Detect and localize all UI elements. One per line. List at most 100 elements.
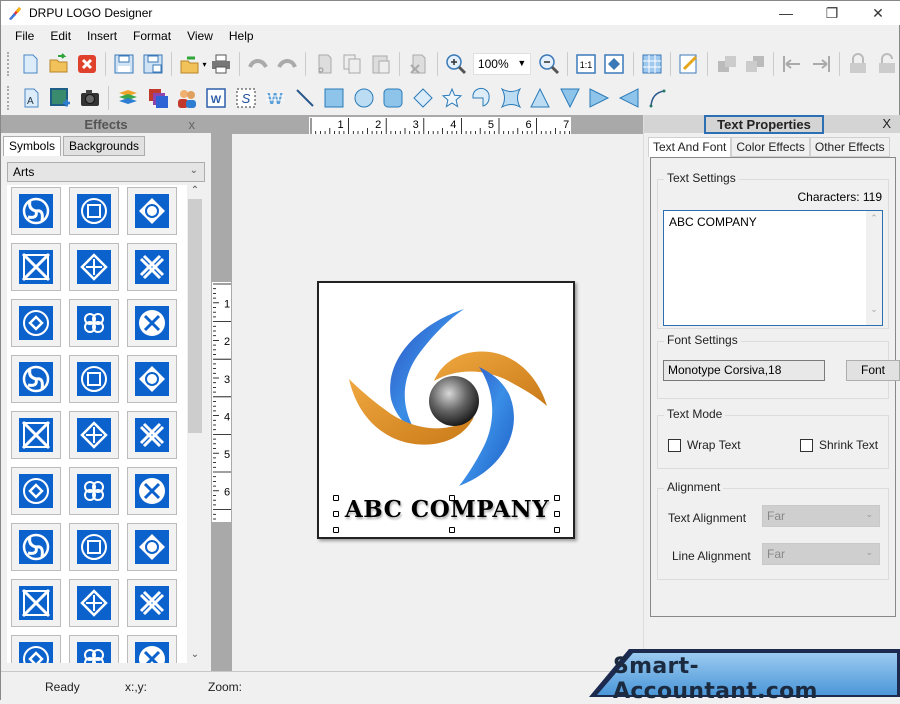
copy-button[interactable] (341, 52, 363, 76)
undo-button[interactable] (247, 52, 269, 76)
actual-size-button[interactable]: 1:1 (575, 52, 597, 76)
star4-tool[interactable] (499, 86, 522, 110)
close-file-button[interactable] (76, 52, 98, 76)
camera-button[interactable] (78, 86, 101, 110)
rectangle-tool[interactable] (323, 86, 346, 110)
fit-to-window-button[interactable] (603, 52, 625, 76)
symbol-tile[interactable] (69, 523, 119, 571)
scroll-down-icon[interactable]: ⌄ (187, 649, 203, 663)
symbol-tile[interactable] (69, 243, 119, 291)
layers-button[interactable] (116, 86, 139, 110)
add-image-button[interactable] (48, 86, 71, 110)
swirl-logo-graphic[interactable] (339, 289, 559, 499)
star-tool[interactable] (440, 86, 463, 110)
symbol-tile[interactable] (127, 411, 177, 459)
triangle-down-tool[interactable] (558, 86, 581, 110)
tab-backgrounds[interactable]: Backgrounds (63, 136, 146, 156)
symbol-category-select[interactable]: Arts ⌄ (7, 162, 205, 182)
symbol-tile[interactable] (69, 187, 119, 235)
line-alignment-select[interactable]: Far ⌄ (762, 543, 880, 565)
diamond-tool[interactable] (411, 86, 434, 110)
triangle-up-tool[interactable] (529, 86, 552, 110)
signature-button[interactable]: S (234, 86, 257, 110)
rounded-rectangle-tool[interactable] (381, 86, 404, 110)
ellipse-tool[interactable] (352, 86, 375, 110)
save-as-button[interactable] (142, 52, 164, 76)
new-button[interactable] (19, 52, 41, 76)
cut-button[interactable] (313, 52, 335, 76)
text-input-scrollbar[interactable]: ⌃ ⌄ (866, 211, 882, 325)
symbol-tile[interactable] (69, 299, 119, 347)
symbol-gallery-scrollbar[interactable]: ⌃ ⌄ (187, 185, 203, 663)
resize-handle-right[interactable] (554, 511, 560, 517)
effects-panel-close-button[interactable]: x (189, 117, 196, 132)
background-button[interactable] (146, 86, 169, 110)
resize-handle-bottom[interactable] (449, 527, 455, 533)
menu-file[interactable]: File (7, 29, 42, 43)
symbol-tile[interactable] (11, 411, 61, 459)
users-button[interactable] (175, 86, 198, 110)
save-button[interactable] (113, 52, 135, 76)
tab-symbols[interactable]: Symbols (3, 136, 62, 156)
scroll-up-icon[interactable]: ⌃ (187, 185, 203, 199)
arc-tool[interactable] (470, 86, 493, 110)
delete-button[interactable] (407, 52, 429, 76)
logo-text-input[interactable]: ABC COMPANY ⌃ ⌄ (663, 210, 883, 326)
resize-handle-top-right[interactable] (554, 495, 560, 501)
maximize-button[interactable]: ❐ (809, 1, 855, 25)
lock-button[interactable] (847, 52, 869, 76)
checkbox-box[interactable] (800, 438, 813, 452)
symbol-tile[interactable] (127, 635, 177, 663)
symbol-tile[interactable] (11, 523, 61, 571)
menu-help[interactable]: Help (221, 29, 262, 43)
symbol-tile[interactable] (69, 579, 119, 627)
logo-company-text[interactable]: ABC COMPANY (343, 496, 551, 523)
paste-button[interactable] (370, 52, 392, 76)
bring-forward-button[interactable] (715, 52, 737, 76)
resize-handle-left[interactable] (333, 511, 339, 517)
toolbar-grip[interactable] (7, 86, 10, 110)
tab-text-and-font[interactable]: Text And Font (648, 137, 732, 157)
grid-button[interactable] (641, 52, 663, 76)
resize-handle-top-left[interactable] (333, 495, 339, 501)
resize-handle-bottom-left[interactable] (333, 527, 339, 533)
symbol-tile[interactable] (127, 187, 177, 235)
tab-other-effects[interactable]: Other Effects (809, 137, 890, 157)
minimize-button[interactable]: — (763, 1, 809, 25)
font-button[interactable]: Font (846, 360, 900, 381)
symbol-tile[interactable] (11, 579, 61, 627)
scroll-down-icon[interactable]: ⌄ (866, 304, 882, 315)
symbol-tile[interactable] (11, 299, 61, 347)
wrap-text-checkbox[interactable]: Wrap Text (668, 438, 741, 452)
watermark-button[interactable]: W (264, 86, 287, 110)
symbol-tile[interactable] (69, 355, 119, 403)
import-button[interactable] (179, 52, 201, 76)
symbol-tile[interactable] (11, 187, 61, 235)
symbol-tile[interactable] (127, 523, 177, 571)
scrollbar-thumb[interactable] (188, 199, 202, 433)
text-alignment-select[interactable]: Far ⌄ (762, 505, 880, 527)
print-button[interactable] (210, 52, 232, 76)
zoom-out-button[interactable] (537, 52, 559, 76)
menu-view[interactable]: View (179, 29, 221, 43)
menu-insert[interactable]: Insert (79, 29, 125, 43)
wordart-button[interactable]: W (205, 86, 228, 110)
line-tool[interactable] (293, 86, 316, 110)
unlock-button[interactable] (875, 52, 897, 76)
symbol-tile[interactable] (127, 299, 177, 347)
shrink-text-checkbox[interactable]: Shrink Text (800, 438, 878, 452)
zoom-in-button[interactable] (444, 52, 466, 76)
symbol-tile[interactable] (11, 243, 61, 291)
symbol-tile[interactable] (69, 467, 119, 515)
align-right-button[interactable] (810, 52, 832, 76)
resize-handle-bottom-right[interactable] (554, 527, 560, 533)
scroll-up-icon[interactable]: ⌃ (866, 213, 882, 224)
symbol-tile[interactable] (11, 467, 61, 515)
menu-edit[interactable]: Edit (42, 29, 79, 43)
symbol-tile[interactable] (127, 355, 177, 403)
open-button[interactable] (47, 52, 69, 76)
edit-button[interactable] (678, 52, 700, 76)
symbol-tile[interactable] (69, 411, 119, 459)
import-dropdown-arrow[interactable]: ▾ (203, 60, 207, 69)
logo-canvas[interactable]: ABC COMPANY (317, 281, 575, 539)
